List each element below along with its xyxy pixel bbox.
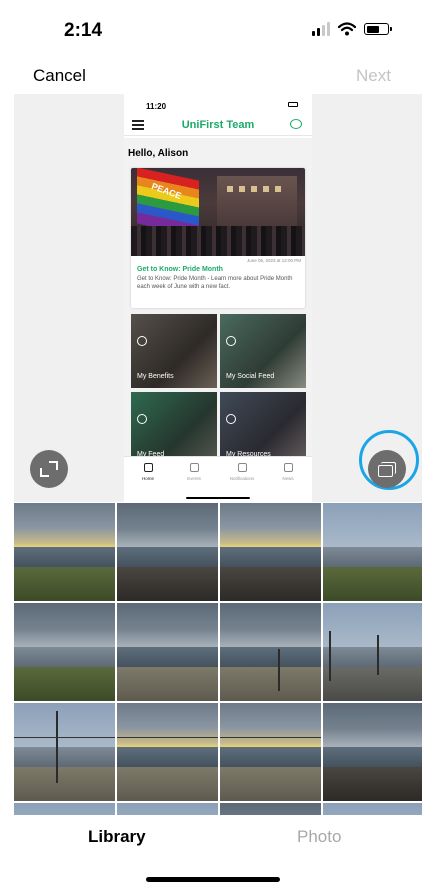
next-button[interactable]: Next xyxy=(356,66,391,86)
photo-thumbnail[interactable] xyxy=(117,703,218,801)
multi-select-icon[interactable] xyxy=(368,450,406,488)
expand-icon[interactable] xyxy=(30,450,68,488)
photo-thumbnail[interactable] xyxy=(14,503,115,601)
tile-label: My Benefits xyxy=(137,373,174,380)
preview-header: UniFirst Team xyxy=(124,114,312,136)
tile-my-resources: My Resources xyxy=(220,392,306,466)
preview-tab-label: Home xyxy=(141,476,154,481)
preview-status-icons xyxy=(288,102,298,107)
building-shape xyxy=(217,176,297,226)
preview-tab-label: Events xyxy=(187,476,201,481)
home-icon xyxy=(143,463,153,472)
crowd-shape xyxy=(131,226,305,256)
pride-photo: PEACE xyxy=(131,168,305,256)
photo-grid xyxy=(14,503,422,815)
preview-app-title: UniFirst Team xyxy=(181,119,255,131)
preview-status-bar: 11:20 xyxy=(124,94,312,114)
photo-thumbnail[interactable] xyxy=(323,603,422,701)
bell-icon xyxy=(237,463,247,472)
preview-tab-home: Home xyxy=(128,463,168,481)
tab-library[interactable]: Library xyxy=(88,827,146,847)
photo-thumbnail[interactable] xyxy=(117,503,218,601)
preview-greeting: Hello, Alison xyxy=(128,148,189,159)
tile-my-benefits: My Benefits xyxy=(131,314,217,388)
preview-body: Hello, Alison PEACE June 05, 2023 at 12:… xyxy=(124,138,312,466)
photo-thumbnail[interactable] xyxy=(220,503,321,601)
benefits-icon xyxy=(137,336,147,346)
preview-tab-news: News xyxy=(268,463,308,481)
photo-thumbnail[interactable] xyxy=(220,603,321,701)
preview-tab-label: News xyxy=(282,476,294,481)
calendar-icon xyxy=(189,463,199,472)
preview-tab-bar: Home Events Notifications News xyxy=(124,456,312,502)
preview-tab-events: Events xyxy=(174,463,214,481)
photo-thumbnail[interactable] xyxy=(323,803,422,815)
home-indicator xyxy=(146,877,280,882)
tile-my-social-feed: My Social Feed xyxy=(220,314,306,388)
preview-news-card: PEACE June 05, 2023 at 12:00 PM Get to K… xyxy=(131,168,305,308)
nav-bar: Cancel Next xyxy=(0,56,423,94)
photo-thumbnail[interactable] xyxy=(220,703,321,801)
preview-card-description: Get to Know: Pride Month - Learn more ab… xyxy=(137,276,293,290)
battery-icon xyxy=(364,23,392,35)
preview-tab-notifications: Notifications xyxy=(222,463,262,481)
photo-thumbnail[interactable] xyxy=(117,803,218,815)
photo-thumbnail[interactable] xyxy=(14,703,115,801)
tile-my-feed: My Feed xyxy=(131,392,217,466)
photo-thumbnail[interactable] xyxy=(117,603,218,701)
preview-card-date: June 05, 2023 at 12:00 PM xyxy=(246,258,301,263)
bottom-tab-bar: Library Photo xyxy=(0,815,423,884)
screenshot-preview: 11:20 UniFirst Team Hello, Alison PEACE … xyxy=(124,94,312,502)
photo-thumbnail[interactable] xyxy=(323,703,422,801)
status-icons xyxy=(312,22,392,36)
photo-thumbnail[interactable] xyxy=(220,803,321,815)
social-feed-icon xyxy=(226,336,236,346)
photo-thumbnail[interactable] xyxy=(14,803,115,815)
tile-label: My Social Feed xyxy=(226,373,275,380)
tab-photo[interactable]: Photo xyxy=(297,827,341,847)
signal-icon xyxy=(312,22,330,36)
preview-home-indicator xyxy=(186,496,250,499)
news-icon xyxy=(283,463,293,472)
location-pin-icon xyxy=(137,414,147,424)
status-bar: 2:14 xyxy=(0,0,423,56)
preview-tab-label: Notifications xyxy=(229,476,255,481)
preview-card-title: Get to Know: Pride Month xyxy=(137,266,223,273)
selected-photo-preview[interactable]: 11:20 UniFirst Team Hello, Alison PEACE … xyxy=(14,94,422,502)
status-time: 2:14 xyxy=(64,20,103,41)
chat-icon xyxy=(290,119,302,129)
photo-thumbnail[interactable] xyxy=(323,503,422,601)
resources-icon xyxy=(226,414,236,424)
preview-status-time: 11:20 xyxy=(146,102,167,111)
cancel-button[interactable]: Cancel xyxy=(33,66,86,86)
photo-thumbnail[interactable] xyxy=(14,603,115,701)
wifi-icon xyxy=(338,22,356,36)
